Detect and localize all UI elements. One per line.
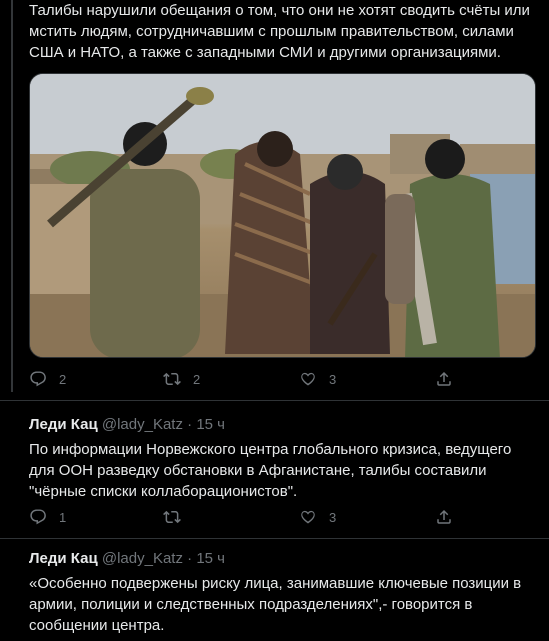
- like-count: 3: [329, 371, 337, 387]
- author-name[interactable]: Леди Кац: [29, 416, 98, 433]
- reply-icon: [30, 371, 46, 387]
- tweet-divider: [0, 400, 549, 401]
- author-handle[interactable]: @lady_Katz: [102, 416, 183, 433]
- tweet-photo[interactable]: [29, 73, 536, 358]
- share-button[interactable]: [435, 508, 453, 526]
- thread-line: [11, 0, 13, 392]
- like-count: 3: [329, 509, 337, 525]
- reply-count: 2: [59, 371, 67, 387]
- like-button[interactable]: 3: [299, 370, 336, 388]
- retweet-button[interactable]: [163, 508, 193, 526]
- separator-dot: ·: [187, 550, 193, 567]
- tweet-text: «Особенно подвержены риску лица, занимав…: [29, 575, 522, 634]
- author-handle[interactable]: @lady_Katz: [102, 550, 183, 567]
- retweet-button[interactable]: 2: [163, 370, 200, 388]
- like-icon: [301, 510, 315, 524]
- author-name[interactable]: Леди Кац: [29, 550, 98, 567]
- reply-count: 1: [59, 509, 67, 525]
- retweet-icon: [163, 372, 181, 386]
- retweet-count: 2: [193, 371, 201, 387]
- tweet-divider: [0, 538, 549, 539]
- reply-icon: [30, 509, 46, 525]
- tweet-text: Талибы нарушили обещания о том, что они …: [29, 2, 530, 61]
- reply-button[interactable]: 1: [29, 508, 66, 526]
- tweet-header: Леди Кац @lady_Katz · 15 ч: [29, 415, 225, 435]
- photo-image: [30, 74, 535, 357]
- tweet-header: Леди Кац @lady_Katz · 15 ч: [29, 549, 225, 569]
- like-button[interactable]: 3: [299, 508, 336, 526]
- reply-button[interactable]: 2: [29, 370, 66, 388]
- share-icon: [437, 509, 451, 524]
- tweet-timestamp[interactable]: 15 ч: [196, 416, 225, 433]
- share-icon: [437, 371, 451, 386]
- retweet-icon: [163, 510, 181, 524]
- tweet-timestamp[interactable]: 15 ч: [196, 550, 225, 567]
- like-icon: [301, 372, 315, 386]
- separator-dot: ·: [187, 416, 193, 433]
- share-button[interactable]: [435, 370, 453, 388]
- tweet-text: По информации Норвежского центра глобаль…: [29, 441, 512, 500]
